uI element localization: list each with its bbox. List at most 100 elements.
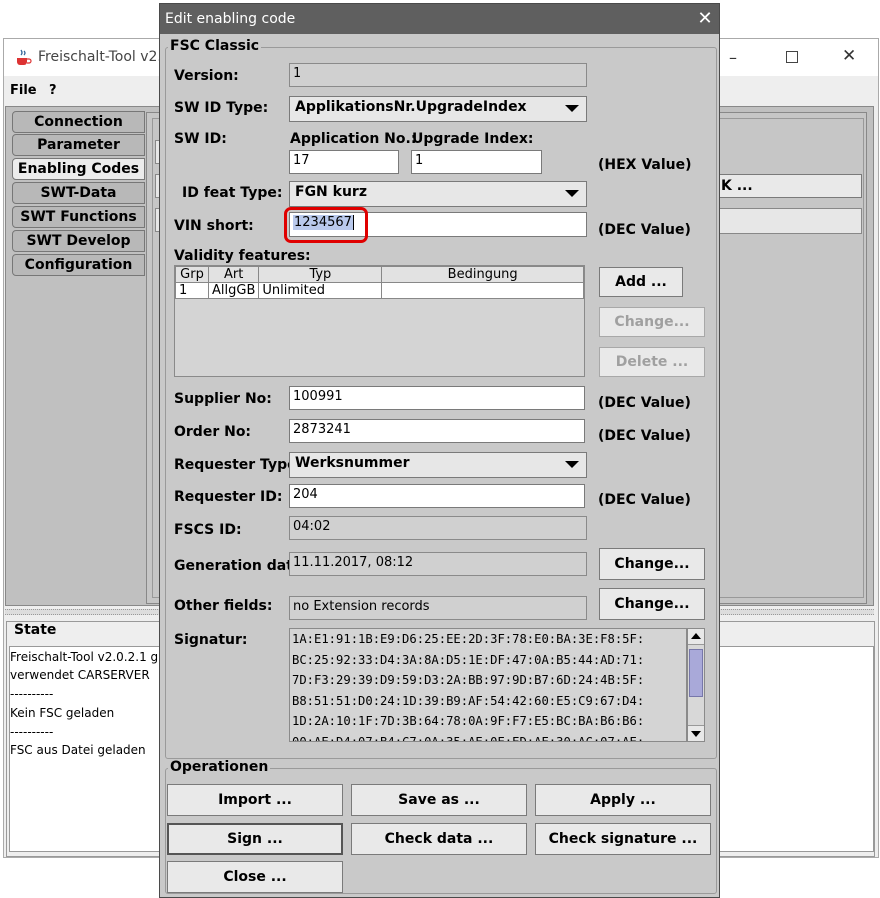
close-button[interactable]: Close ...: [167, 861, 343, 893]
maximize-icon[interactable]: [786, 51, 798, 63]
import-button[interactable]: Import ...: [167, 784, 343, 816]
log-line: ----------: [10, 687, 54, 701]
app-java-icon: [14, 48, 32, 66]
idfeat-label: ID feat Type:: [182, 185, 283, 201]
col-grp[interactable]: Grp: [175, 266, 209, 283]
dec-value-label: (DEC Value): [598, 222, 691, 238]
tab-parameter[interactable]: Parameter: [12, 134, 145, 156]
app-no-label: Application No.:: [290, 131, 417, 147]
table-row[interactable]: 1 AllgGB Unlimited: [175, 282, 584, 299]
idfeat-select[interactable]: FGN kurz: [289, 181, 587, 207]
upgrade-index-label: Upgrade Index:: [412, 131, 534, 147]
menu-help[interactable]: ?: [49, 83, 57, 98]
change-validity-button[interactable]: Change...: [599, 307, 705, 337]
check-data-button[interactable]: Check data ...: [351, 823, 527, 855]
order-input[interactable]: 2873241: [289, 419, 585, 443]
dialog-close-icon[interactable]: ✕: [691, 6, 719, 32]
dec-value-label: (DEC Value): [598, 492, 691, 508]
apply-button[interactable]: Apply ...: [535, 784, 711, 816]
add-button-label: Add ...: [615, 274, 667, 290]
import-label: Import ...: [218, 792, 292, 808]
log-line: Freischalt-Tool v2.0.2.1 g: [10, 650, 159, 664]
change-date-label: Change...: [614, 556, 690, 572]
other-fields-field: no Extension records: [289, 596, 587, 620]
app-no-input[interactable]: 17: [289, 150, 399, 174]
requester-type-select[interactable]: Werksnummer: [289, 452, 587, 478]
dialog-title: Edit enabling code: [165, 11, 296, 27]
signatur-label: Signatur:: [174, 632, 248, 648]
check-data-label: Check data ...: [384, 831, 494, 847]
signature-scrollbar[interactable]: [687, 628, 705, 742]
hex-value-label: (HEX Value): [598, 157, 692, 173]
tab-connection[interactable]: Connection: [12, 111, 145, 133]
swid-label: SW ID:: [174, 131, 227, 147]
bg-field-4: [714, 208, 862, 234]
tab-enabling-codes[interactable]: Enabling Codes: [12, 158, 145, 180]
col-bedingung[interactable]: Bedingung: [381, 266, 584, 283]
col-typ[interactable]: Typ: [258, 266, 383, 283]
cell-bedingung: [381, 282, 584, 299]
log-line: FSC aus Datei geladen: [10, 743, 146, 757]
change-other-fields-label: Change...: [614, 596, 690, 612]
tab-swt-data[interactable]: SWT-Data: [12, 182, 145, 204]
scroll-down-icon[interactable]: [688, 725, 704, 741]
delete-button[interactable]: Delete ...: [599, 347, 705, 377]
menu-file[interactable]: File: [10, 83, 37, 98]
close-label: Close ...: [223, 869, 287, 885]
requester-id-input[interactable]: 204: [289, 484, 585, 508]
order-label: Order No:: [174, 424, 252, 440]
add-button[interactable]: Add ...: [599, 267, 683, 297]
bg-action-button[interactable]: K ...: [714, 174, 862, 198]
change-other-fields-button[interactable]: Change...: [599, 588, 705, 620]
save-as-button[interactable]: Save as ...: [351, 784, 527, 816]
cell-grp: 1: [175, 282, 209, 299]
validity-table: Grp Art Typ Bedingung 1 AllgGB Unlimited: [175, 266, 584, 299]
gen-date-field: 11.11.2017, 08:12: [289, 552, 587, 576]
chevron-down-icon: [565, 105, 579, 112]
col-art[interactable]: Art: [207, 266, 260, 283]
bg-action-label: K ...: [721, 178, 753, 194]
requester-type-value: Werksnummer: [295, 455, 410, 471]
other-fields-label: Other fields:: [174, 598, 273, 614]
operations-title: Operationen: [168, 759, 271, 775]
tab-swt-develop[interactable]: SWT Develop: [12, 230, 145, 252]
sign-button[interactable]: Sign ...: [167, 823, 343, 855]
requester-type-label: Requester Type:: [174, 457, 303, 473]
scroll-up-icon[interactable]: [688, 629, 704, 645]
table-header-row: Grp Art Typ Bedingung: [175, 266, 584, 283]
signature-textarea[interactable]: 1A:E1:91:1B:E9:D6:25:EE:2D:3F:78:E0:BA:3…: [289, 628, 687, 742]
chevron-down-icon: [565, 190, 579, 197]
change-date-button[interactable]: Change...: [599, 548, 705, 580]
requester-id-label: Requester ID:: [174, 489, 283, 505]
log-line: ----------: [10, 725, 54, 739]
main-window-title: Freischalt-Tool v2.0: [38, 49, 171, 65]
main-close-icon[interactable]: ✕: [842, 46, 856, 66]
edit-enabling-code-dialog: Edit enabling code ✕ FSC Classic Version…: [159, 3, 720, 898]
swid-type-value: ApplikationsNr.UpgradeIndex: [295, 99, 527, 115]
swid-type-select[interactable]: ApplikationsNr.UpgradeIndex: [289, 96, 587, 122]
check-signature-button[interactable]: Check signature ...: [535, 823, 711, 855]
minimize-icon[interactable]: –: [729, 48, 737, 67]
signature-line: BC:25:92:33:D4:3A:8A:D5:1E:DF:47:0A:B5:4…: [292, 652, 645, 667]
state-title: State: [12, 622, 59, 638]
tab-configuration[interactable]: Configuration: [12, 254, 145, 276]
fscs-field: 04:02: [289, 516, 587, 540]
vin-label: VIN short:: [174, 218, 254, 234]
validity-table-frame: Grp Art Typ Bedingung 1 AllgGB Unlimited: [174, 265, 585, 377]
scroll-thumb[interactable]: [689, 649, 703, 697]
gen-date-label: Generation date:: [174, 558, 309, 574]
chevron-down-icon: [565, 461, 579, 468]
save-as-label: Save as ...: [398, 792, 480, 808]
version-field: 1: [289, 63, 587, 87]
signature-line: 1D:2A:10:1F:7D:3B:64:78:0A:9F:F7:E5:BC:B…: [292, 714, 645, 728]
version-label: Version:: [174, 68, 239, 84]
vin-highlight-box: [284, 207, 368, 243]
signature-line: 00:AE:D4:07:B4:C7:0A:35:AE:0E:ED:AE:30:A…: [292, 734, 645, 742]
signature-line: B8:51:51:D0:24:1D:39:B9:AF:54:42:60:E5:C…: [292, 693, 645, 708]
upgrade-index-input[interactable]: 1: [411, 150, 542, 174]
tab-swt-functions[interactable]: SWT Functions: [12, 206, 145, 228]
supplier-input[interactable]: 100991: [289, 386, 585, 410]
delete-button-label: Delete ...: [615, 354, 689, 370]
sign-label: Sign ...: [227, 831, 283, 847]
swid-type-label: SW ID Type:: [174, 100, 269, 116]
